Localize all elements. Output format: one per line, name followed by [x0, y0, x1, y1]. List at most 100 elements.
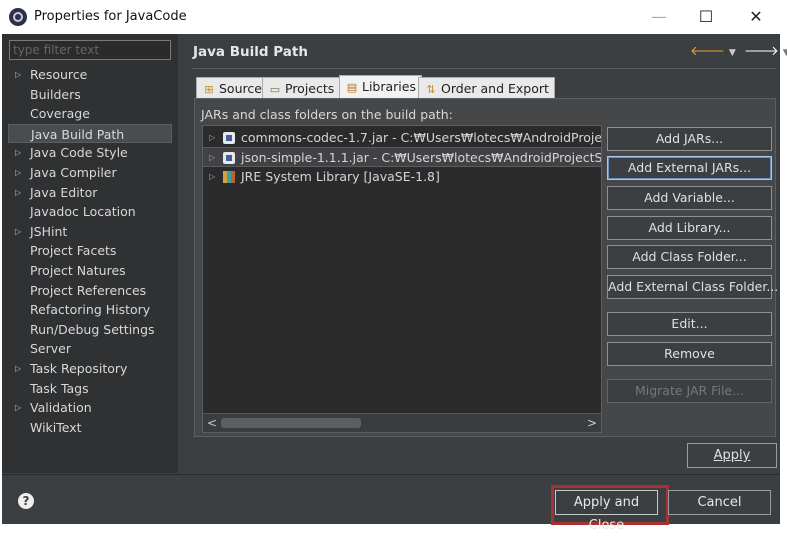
nav-item-label: Task Tags [30, 380, 89, 396]
title-bar: Properties for JavaCode — ☐ ✕ [0, 0, 787, 34]
nav-item-task-repository[interactable]: ▷ Task Repository [8, 359, 172, 379]
nav-item-project-natures[interactable]: Project Natures [8, 261, 172, 281]
libraries-icon: ▤ [346, 81, 358, 94]
nav-item-coverage[interactable]: Coverage [8, 104, 172, 124]
nav-item-label: Javadoc Location [30, 204, 136, 220]
nav-item-validation[interactable]: ▷ Validation [8, 398, 172, 418]
tab-order-and-export[interactable]: ⇅ Order and Export [418, 77, 555, 99]
tree-row-label: json-simple-1.1.1.jar - C:₩Users₩lotecs₩… [241, 150, 601, 165]
jar-icon [223, 132, 235, 144]
nav-item-label: Java Code Style [30, 145, 128, 161]
nav-item-label: Java Editor [30, 184, 98, 200]
filter-input[interactable]: type filter text [9, 40, 171, 60]
nav-item-label: Task Repository [30, 360, 128, 376]
tab-libraries[interactable]: ▤ Libraries [339, 75, 422, 100]
tab-label: Order and Export [441, 81, 549, 96]
tree-row-label: JRE System Library [JavaSE-1.8] [241, 169, 440, 184]
nav-item-label: Builders [30, 86, 81, 102]
maximize-icon[interactable]: ☐ [683, 4, 729, 30]
nav-item-label: Java Compiler [30, 164, 117, 180]
nav-item-label: Run/Debug Settings [30, 321, 155, 337]
scroll-right-icon[interactable]: > [587, 414, 597, 432]
nav-item-run-debug-settings[interactable]: Run/Debug Settings [8, 320, 172, 340]
eclipse-icon [9, 8, 27, 26]
nav-item-label: Project References [30, 282, 147, 298]
add-external-class-folder-button[interactable]: Add External Class Folder... [607, 275, 778, 299]
nav-item-javadoc-location[interactable]: Javadoc Location [8, 202, 172, 222]
nav-item-builders[interactable]: Builders [8, 85, 172, 105]
close-icon[interactable]: ✕ [733, 4, 779, 30]
nav-item-server[interactable]: Server [8, 339, 172, 359]
page-title: Java Build Path [193, 44, 308, 60]
tree-row-commons-codec[interactable]: ▷ commons-codec-1.7.jar - C:₩Users₩lotec… [203, 128, 601, 148]
nav-item-java-code-style[interactable]: ▷ Java Code Style [8, 143, 172, 163]
expand-triangle-icon[interactable]: ▷ [15, 359, 21, 379]
edit-button[interactable]: Edit... [607, 312, 772, 336]
scrollbar-thumb[interactable] [221, 418, 361, 428]
libraries-panel: JARs and class folders on the build path… [194, 98, 778, 437]
nav-item-java-build-path[interactable]: Java Build Path [8, 123, 172, 144]
title-separator [192, 68, 776, 69]
nav-item-label: WikiText [30, 419, 82, 435]
expand-triangle-icon[interactable]: ▷ [15, 65, 21, 85]
tab-label: Libraries [362, 79, 416, 94]
nav-item-project-references[interactable]: Project References [8, 281, 172, 301]
migrate-jar-button[interactable]: Migrate JAR File... [607, 379, 772, 403]
expand-triangle-icon[interactable]: ▷ [15, 163, 21, 183]
nav-item-label: Project Natures [30, 262, 126, 278]
history-nav: 🡐▼ 🡒▼ ▼ [690, 43, 787, 59]
tab-projects[interactable]: ▭ Projects [262, 77, 341, 99]
jar-icon [223, 152, 235, 164]
cancel-button[interactable]: Cancel [668, 490, 771, 515]
add-variable-button[interactable]: Add Variable... [607, 186, 772, 210]
back-arrow-icon[interactable]: 🡐 [690, 44, 725, 59]
nav-item-jshint[interactable]: ▷ JSHint [8, 222, 172, 242]
tree-row-json-simple[interactable]: ▷ json-simple-1.1.1.jar - C:₩Users₩lotec… [203, 147, 601, 167]
expand-triangle-icon[interactable]: ▷ [209, 128, 215, 148]
page-content: Java Build Path 🡐▼ 🡒▼ ▼ ⊞Source ▭Project… [188, 34, 787, 473]
expand-triangle-icon[interactable]: ▷ [15, 398, 21, 418]
expand-triangle-icon[interactable]: ▷ [15, 183, 21, 203]
tree-row-label: commons-codec-1.7.jar - C:₩Users₩lotecs₩… [241, 130, 601, 145]
nav-item-label: Resource [30, 67, 88, 82]
expand-triangle-icon[interactable]: ▷ [209, 167, 215, 187]
expand-triangle-icon[interactable]: ▷ [15, 222, 21, 242]
remove-button[interactable]: Remove [607, 342, 772, 366]
nav-item-refactoring-history[interactable]: Refactoring History [8, 300, 172, 320]
add-jars-button[interactable]: Add JARs... [607, 127, 772, 151]
tab-source[interactable]: ⊞ Source [196, 77, 268, 99]
apply-and-close-button[interactable]: Apply and Close [555, 490, 658, 533]
expand-triangle-icon[interactable]: ▷ [209, 148, 215, 166]
nav-item-resource[interactable]: ▷ Resource [8, 65, 172, 85]
add-class-folder-button[interactable]: Add Class Folder... [607, 245, 772, 269]
window-title: Properties for JavaCode [34, 9, 187, 24]
tab-label: Projects [285, 81, 335, 96]
apply-button[interactable]: Apply [687, 443, 777, 468]
properties-dialog: Properties for JavaCode — ☐ ✕ type filte… [0, 0, 787, 534]
help-icon[interactable]: ? [18, 493, 34, 509]
minimize-icon[interactable]: — [636, 4, 682, 30]
nav-item-wikitext[interactable]: WikiText [8, 418, 172, 438]
nav-item-label: Project Facets [30, 243, 117, 259]
nav-item-label: Java Build Path [31, 126, 125, 142]
nav-item-java-compiler[interactable]: ▷ Java Compiler [8, 163, 172, 183]
nav-item-label: Server [30, 341, 71, 357]
horizontal-scrollbar[interactable]: < > [203, 413, 601, 432]
nav-item-java-editor[interactable]: ▷ Java Editor [8, 183, 172, 203]
pane-splitter[interactable] [179, 34, 187, 473]
nav-item-project-facets[interactable]: Project Facets [8, 241, 172, 261]
add-external-jars-button[interactable]: Add External JARs... [607, 156, 772, 180]
tree-row-jre-system-library[interactable]: ▷ JRE System Library [JavaSE-1.8] [203, 167, 601, 187]
dialog-footer: ? Apply and Close Cancel [2, 474, 780, 533]
forward-menu-chevron-icon[interactable]: ▼ [783, 48, 787, 58]
forward-arrow-icon[interactable]: 🡒 [744, 44, 779, 59]
nav-item-label: Validation [30, 400, 92, 416]
nav-item-label: JSHint [30, 223, 68, 239]
build-path-tree[interactable]: ▷ commons-codec-1.7.jar - C:₩Users₩lotec… [202, 125, 602, 433]
back-menu-chevron-icon[interactable]: ▼ [729, 48, 736, 58]
dialog-body: type filter text ▷ Resource Builders Cove… [2, 34, 787, 533]
nav-item-task-tags[interactable]: Task Tags [8, 379, 172, 399]
expand-triangle-icon[interactable]: ▷ [15, 143, 21, 163]
scroll-left-icon[interactable]: < [207, 414, 217, 432]
add-library-button[interactable]: Add Library... [607, 216, 772, 240]
